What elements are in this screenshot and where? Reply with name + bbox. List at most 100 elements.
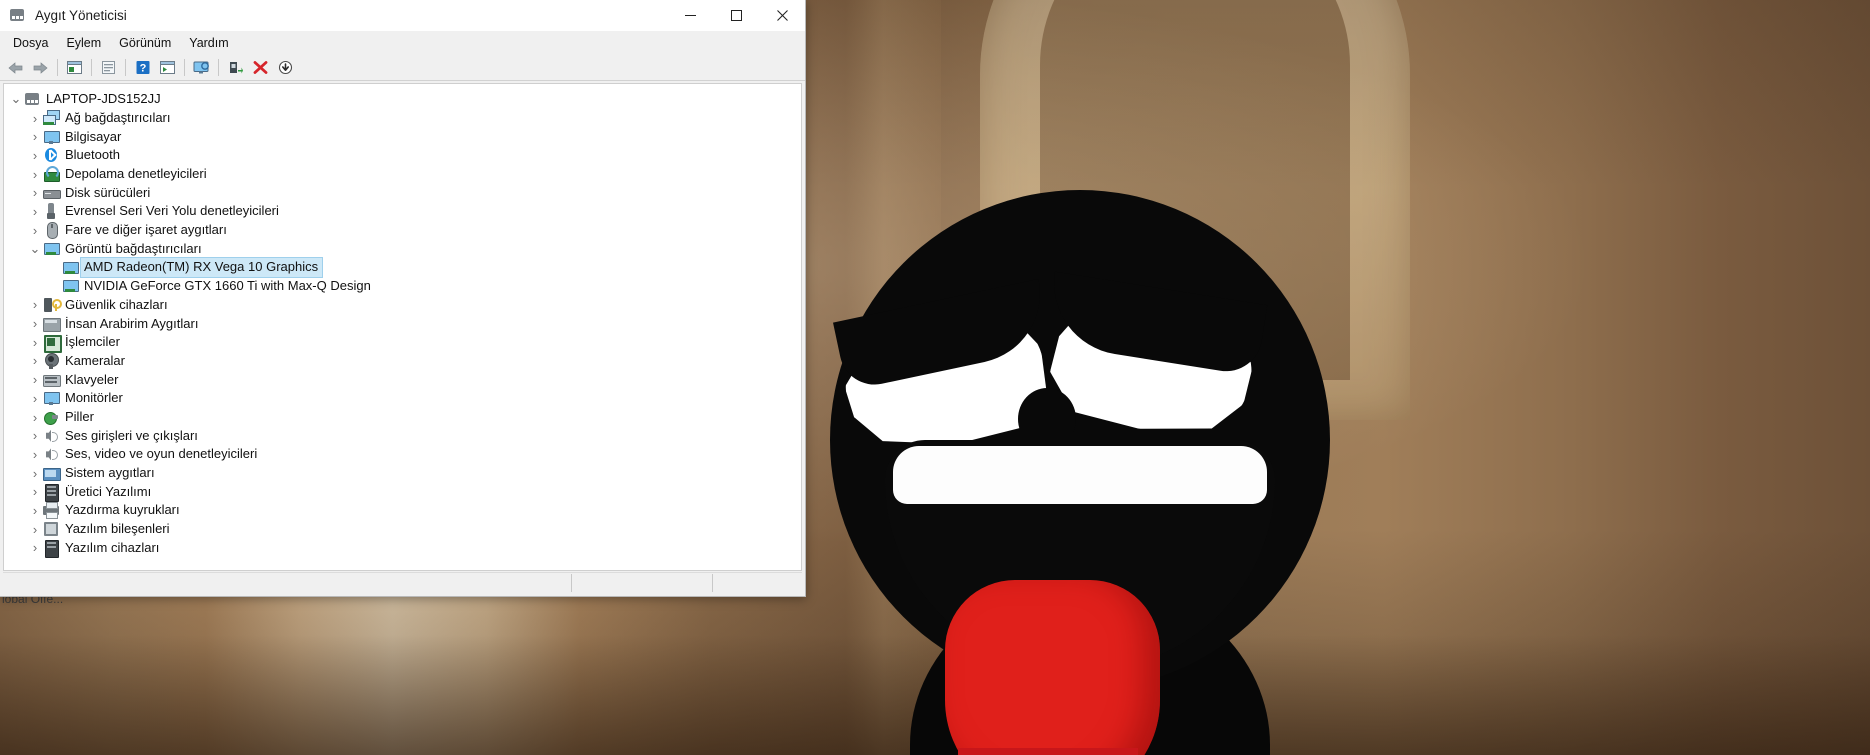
chevron-right-icon[interactable]: › — [27, 372, 43, 387]
tree-item-bluetooth[interactable]: › Bluetooth — [4, 146, 801, 165]
status-bar — [3, 572, 802, 593]
device-tree-panel[interactable]: ⌄ LAPTOP-JDS152JJ › Ağ bağdaştırıcıları › Bil… — [3, 83, 802, 571]
chevron-down-icon[interactable]: ⌄ — [8, 92, 24, 105]
firmware-icon — [43, 483, 59, 502]
tree-item-goruntu-bagdastiricilari[interactable]: ⌄ Görüntü bağdaştırıcıları — [4, 240, 801, 259]
toolbar-separator-5 — [218, 59, 219, 76]
chevron-right-icon[interactable]: › — [27, 316, 43, 331]
tree-item-bilgisayar[interactable]: › Bilgisayar — [4, 127, 801, 146]
monitor-icon — [43, 390, 60, 406]
tree-item-label: Disk sürücüleri — [65, 184, 151, 200]
bluetooth-icon — [43, 147, 59, 163]
tree-item-nvidia-geforce-gtx-1660-ti-with-max-q-de[interactable]: NVIDIA GeForce GTX 1660 Ti with Max-Q De… — [4, 277, 801, 296]
software-component-icon — [43, 521, 59, 537]
tree-item-disk-suruculeri[interactable]: › Disk sürücüleri — [4, 183, 801, 202]
update-driver-icon[interactable] — [155, 56, 180, 79]
chevron-right-icon[interactable]: › — [27, 167, 43, 182]
uninstall-device-icon[interactable] — [248, 56, 273, 79]
tree-item-label: Monitörler — [65, 390, 123, 406]
mouse-icon — [43, 222, 59, 240]
chevron-right-icon[interactable]: › — [27, 185, 43, 200]
tree-item-guvenlik-cihazlari[interactable]: › Güvenlik cihazları — [4, 296, 801, 315]
hid-icon — [43, 316, 61, 332]
show-hidden-icon[interactable] — [96, 56, 121, 79]
add-legacy-icon[interactable] — [223, 56, 248, 79]
tree-item-monitorler[interactable]: › Monitörler — [4, 389, 801, 408]
forward-icon[interactable] — [28, 56, 53, 79]
tree-item-fare-ve-diger-isaret-aygitlari[interactable]: › Fare ve diğer işaret aygıtları — [4, 221, 801, 240]
processor-icon — [43, 334, 62, 354]
tree-item-yazilim-bilesenleri[interactable]: › Yazılım bileşenleri — [4, 520, 801, 539]
help-icon[interactable]: ? — [130, 56, 155, 79]
menu-eylem[interactable]: Eylem — [57, 33, 110, 53]
tree-item-yazdirma-kuyruklari[interactable]: › Yazdırma kuyrukları — [4, 501, 801, 520]
tree-item-label: Üretici Yazılımı — [65, 483, 152, 499]
chevron-right-icon[interactable]: › — [27, 391, 43, 406]
chevron-right-icon[interactable]: › — [27, 353, 43, 368]
disable-device-icon[interactable] — [273, 56, 298, 79]
toolbar-separator-4 — [184, 59, 185, 76]
tree-item-label: Sistem aygıtları — [65, 465, 155, 481]
chevron-right-icon[interactable]: › — [27, 148, 43, 163]
tree-item-evrensel-seri-veri-yolu-denetleyicileri[interactable]: › Evrensel Seri Veri Yolu denetleyicileri — [4, 202, 801, 221]
chevron-right-icon[interactable]: › — [27, 466, 43, 481]
close-button[interactable] — [759, 0, 805, 31]
tree-item-label: Güvenlik cihazları — [65, 296, 168, 312]
tree-root-item[interactable]: ⌄ LAPTOP-JDS152JJ — [4, 90, 801, 109]
properties-icon[interactable] — [62, 56, 87, 79]
tree-item-amd-radeon-tm-rx-vega-10-graphics[interactable]: AMD Radeon(TM) RX Vega 10 Graphics — [4, 257, 801, 279]
tree-item-label: Klavyeler — [65, 371, 119, 387]
usb-controller-icon — [43, 203, 59, 220]
network-adapter-icon — [43, 110, 60, 126]
tree-item-uretici-yazilimi[interactable]: › Üretici Yazılımı — [4, 482, 801, 502]
title-bar[interactable]: Aygıt Yöneticisi — [0, 0, 805, 31]
chevron-right-icon[interactable]: › — [27, 484, 43, 499]
tree-item-label: AMD Radeon(TM) RX Vega 10 Graphics — [79, 257, 324, 279]
chevron-right-icon[interactable]: › — [27, 428, 43, 443]
tree-item-label: Ağ bağdaştırıcıları — [65, 110, 171, 126]
chevron-right-icon[interactable]: › — [27, 447, 43, 462]
maximize-button[interactable] — [713, 0, 759, 31]
display-adapter-icon — [43, 241, 60, 257]
menu-yardim[interactable]: Yardım — [180, 33, 237, 53]
chevron-right-icon[interactable]: › — [27, 335, 43, 350]
tree-item-yazilim-cihazlari[interactable]: › Yazılım cihazları — [4, 539, 801, 558]
chevron-right-icon[interactable]: › — [27, 111, 43, 126]
toolbar-separator-3 — [125, 59, 126, 76]
minimize-button[interactable] — [667, 0, 713, 31]
chevron-right-icon[interactable]: › — [27, 297, 43, 312]
keyboard-icon — [43, 372, 61, 388]
device-manager-icon — [9, 7, 27, 25]
tree-item-label: Depolama denetleyicileri — [65, 166, 207, 182]
toolbar-separator-1 — [57, 59, 58, 76]
chevron-right-icon[interactable]: › — [27, 223, 43, 238]
tree-item-ag-bagdastiricilari[interactable]: › Ağ bağdaştırıcıları — [4, 109, 801, 128]
chevron-right-icon[interactable]: › — [27, 129, 43, 144]
tree-item-kameralar[interactable]: › Kameralar — [4, 352, 801, 371]
tree-item-ses-video-ve-oyun-denetleyicileri[interactable]: › Ses, video ve oyun denetleyicileri — [4, 445, 801, 464]
scan-hardware-icon[interactable] — [189, 56, 214, 79]
chevron-right-icon[interactable]: › — [27, 204, 43, 219]
tree-item-label: Yazılım bileşenleri — [65, 521, 170, 537]
chevron-right-icon[interactable]: › — [27, 410, 43, 425]
character-teeth — [893, 446, 1267, 504]
tree-item-piller[interactable]: › Piller — [4, 408, 801, 427]
chevron-right-icon[interactable]: › — [27, 522, 43, 537]
tree-item-label: Ses girişleri ve çıkışları — [65, 427, 198, 443]
menu-dosya[interactable]: Dosya — [4, 33, 57, 53]
chevron-down-icon[interactable]: ⌄ — [27, 242, 43, 255]
chevron-right-icon[interactable]: › — [27, 540, 43, 555]
chevron-right-icon[interactable]: › — [27, 503, 43, 518]
back-icon[interactable] — [3, 56, 28, 79]
tree-item-ses-girisleri-ve-cikislari[interactable]: › Ses girişleri ve çıkışları — [4, 426, 801, 445]
tree-item-depolama-denetleyicileri[interactable]: › Depolama denetleyicileri — [4, 165, 801, 184]
menu-gorunum[interactable]: Görünüm — [110, 33, 180, 53]
tree-item-i-slemciler[interactable]: › İşlemciler — [4, 333, 801, 354]
cartoon-character — [790, 150, 1350, 755]
tree-item-i-nsan-arabirim-aygitlari[interactable]: › İnsan Arabirim Aygıtları — [4, 314, 801, 333]
tree-item-klavyeler[interactable]: › Klavyeler — [4, 370, 801, 389]
tree-item-sistem-aygitlari[interactable]: › Sistem aygıtları — [4, 464, 801, 483]
tree-item-label: İnsan Arabirim Aygıtları — [65, 315, 199, 331]
window-controls — [667, 0, 805, 31]
tree-item-label: Yazılım cihazları — [65, 539, 160, 555]
